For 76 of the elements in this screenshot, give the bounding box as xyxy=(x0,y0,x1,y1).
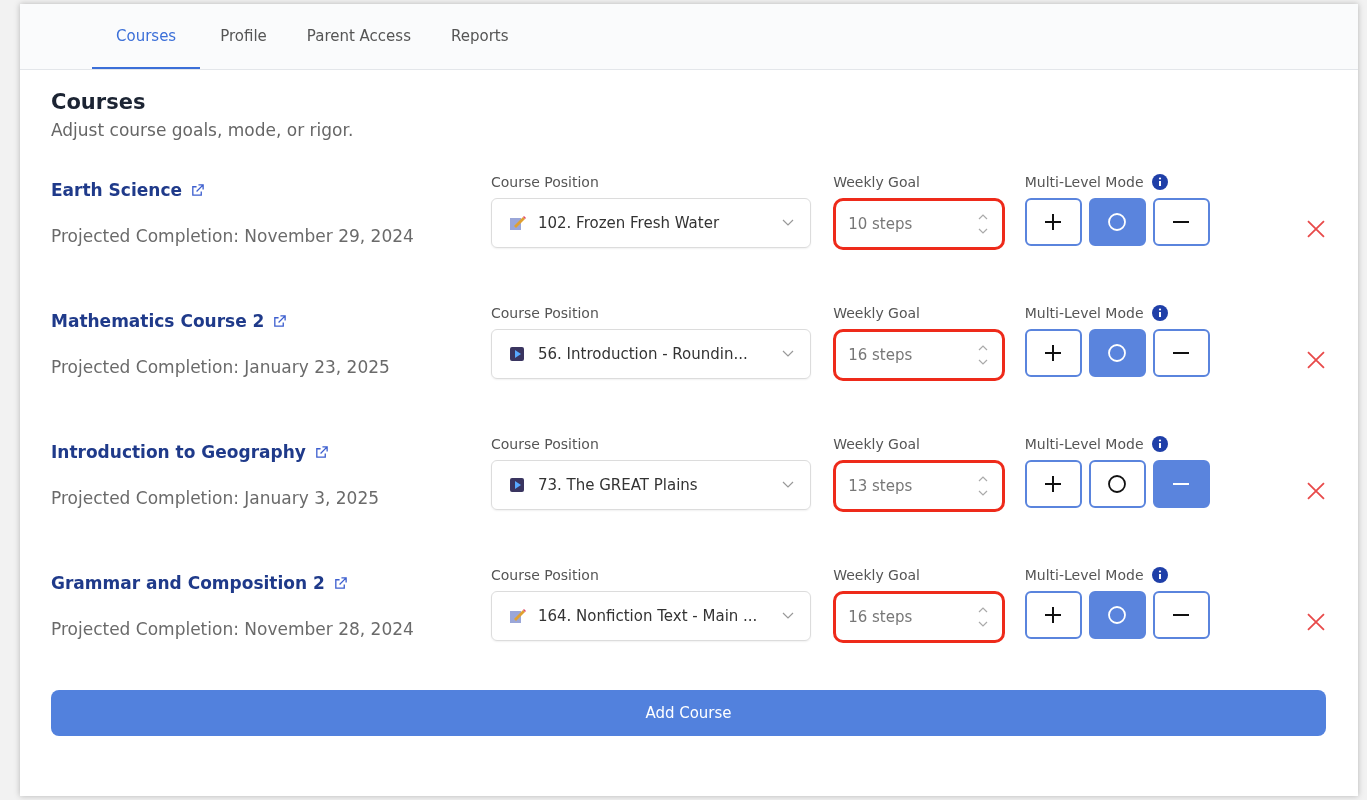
projected-completion: Projected Completion: November 28, 2024 xyxy=(51,619,415,639)
field-label: Multi-Level Mode xyxy=(1024,305,1144,321)
tab[interactable]: Parent Access xyxy=(286,4,431,69)
minus-icon xyxy=(1173,352,1190,354)
info-icon[interactable] xyxy=(1151,174,1168,190)
notepad-pencil-icon xyxy=(507,214,526,232)
circle-icon xyxy=(1107,212,1128,232)
field-label: Multi-Level Mode xyxy=(1024,174,1144,190)
weekly-goal-field[interactable]: 16 steps xyxy=(833,591,1006,643)
info-icon[interactable] xyxy=(1151,305,1168,321)
external-link-icon[interactable] xyxy=(332,575,348,591)
field-label: Weekly Goal xyxy=(833,567,921,583)
info-icon[interactable] xyxy=(1151,436,1168,452)
external-link-icon[interactable] xyxy=(190,182,205,198)
remove-icon[interactable] xyxy=(1306,350,1326,370)
stepper-icon[interactable] xyxy=(978,344,989,366)
tab[interactable]: Courses xyxy=(92,4,201,69)
course-position-select[interactable]: 164. Nonfiction Text - Main ... xyxy=(490,591,811,641)
remove-icon[interactable] xyxy=(1306,219,1326,239)
field-label: Multi-Level Mode xyxy=(1024,567,1144,583)
film-icon xyxy=(507,345,526,363)
circle-icon xyxy=(1107,343,1128,363)
course-link[interactable]: Introduction to Geography xyxy=(51,442,306,462)
projected-completion: Projected Completion: November 29, 2024 xyxy=(51,226,415,246)
tab[interactable]: Reports xyxy=(430,4,529,69)
chevron-down-icon xyxy=(781,350,794,358)
field-label: Weekly Goal xyxy=(833,436,921,452)
field-label: Course Position xyxy=(490,174,600,190)
mode-button[interactable] xyxy=(1024,591,1082,639)
info-icon[interactable] xyxy=(1151,567,1168,583)
remove-icon[interactable] xyxy=(1306,481,1326,501)
field-label: Course Position xyxy=(490,305,600,321)
minus-icon xyxy=(1173,614,1190,616)
course-link[interactable]: Earth Science xyxy=(51,180,182,200)
remove-icon[interactable] xyxy=(1306,612,1326,632)
projected-completion: Projected Completion: January 23, 2025 xyxy=(51,357,391,377)
section-subtitle: Adjust course goals, mode, or rigor. xyxy=(51,120,355,140)
field-label: Weekly Goal xyxy=(833,174,921,190)
chevron-down-icon xyxy=(781,481,794,489)
plus-icon xyxy=(1043,474,1064,494)
notepad-pencil-icon xyxy=(507,607,526,625)
film-icon xyxy=(507,476,526,494)
plus-icon xyxy=(1043,212,1064,232)
course-link[interactable]: Mathematics Course 2 xyxy=(51,311,265,331)
field-label: Course Position xyxy=(490,567,600,583)
tab[interactable]: Profile xyxy=(200,4,287,69)
plus-icon xyxy=(1043,343,1064,363)
mode-button[interactable] xyxy=(1088,460,1146,508)
circle-icon xyxy=(1107,605,1128,625)
course-link[interactable]: Grammar and Composition 2 xyxy=(51,573,325,593)
mode-button[interactable] xyxy=(1024,198,1082,246)
weekly-goal-field[interactable]: 10 steps xyxy=(833,198,1006,250)
stepper-icon[interactable] xyxy=(978,475,989,497)
chevron-down-icon xyxy=(781,219,794,227)
section-title: Courses xyxy=(51,90,147,114)
stepper-icon[interactable] xyxy=(978,606,989,628)
course-position-select[interactable]: 102. Frozen Fresh Water xyxy=(490,198,811,248)
weekly-goal-field[interactable]: 16 steps xyxy=(833,329,1006,381)
stepper-icon[interactable] xyxy=(978,213,989,235)
chevron-down-icon xyxy=(781,612,794,620)
field-label: Weekly Goal xyxy=(833,305,921,321)
projected-completion: Projected Completion: January 3, 2025 xyxy=(51,488,381,508)
field-label: Multi-Level Mode xyxy=(1024,436,1144,452)
field-label: Course Position xyxy=(490,436,600,452)
plus-icon xyxy=(1043,605,1064,625)
mode-button[interactable] xyxy=(1024,460,1082,508)
course-position-select[interactable]: 56. Introduction - Roundin... xyxy=(490,329,811,379)
weekly-goal-field[interactable]: 13 steps xyxy=(833,460,1006,512)
external-link-icon[interactable] xyxy=(272,313,288,329)
course-position-select[interactable]: 73. The GREAT Plains xyxy=(490,460,811,510)
add-course-button[interactable]: Add Course xyxy=(51,690,1326,736)
mode-button[interactable] xyxy=(1024,329,1082,377)
circle-icon xyxy=(1107,474,1128,494)
minus-icon xyxy=(1173,483,1190,485)
minus-icon xyxy=(1173,221,1190,223)
external-link-icon[interactable] xyxy=(313,444,329,460)
